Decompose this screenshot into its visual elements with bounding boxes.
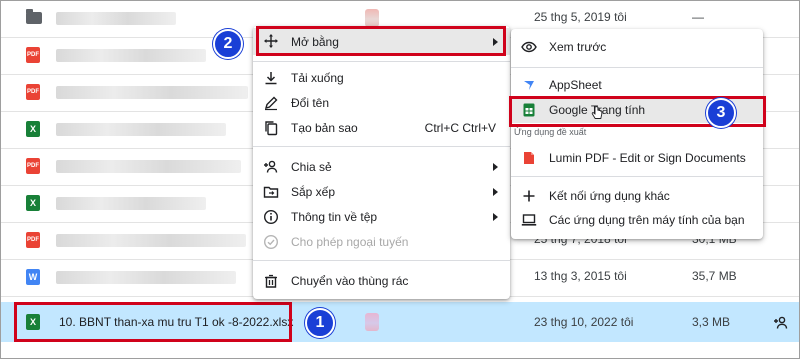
menu-divider xyxy=(511,176,763,177)
submenu-item-lumin[interactable]: Lumin PDF - Edit or Sign Documents xyxy=(511,146,763,170)
menu-item-label: Chuyển vào thùng rác xyxy=(291,274,409,288)
menu-item-label: AppSheet xyxy=(549,78,602,92)
pdf-file-icon: PDF xyxy=(26,47,40,63)
menu-divider xyxy=(253,61,510,62)
step-badge-1: 1 xyxy=(305,308,335,338)
owner-avatar-blurred xyxy=(365,9,379,27)
file-name-blurred xyxy=(56,271,236,284)
submenu-item-preview[interactable]: Xem trước xyxy=(511,35,763,59)
chevron-right-icon xyxy=(493,213,498,221)
menu-item-label: Xem trước xyxy=(549,40,607,54)
menu-item-offline[interactable]: Cho phép ngoại tuyến xyxy=(253,230,510,254)
menu-item-rename[interactable]: Đổi tên xyxy=(253,91,510,115)
owner-avatar-blurred xyxy=(365,313,379,331)
submenu-item-appsheet[interactable]: AppSheet xyxy=(511,73,763,97)
file-size: — xyxy=(692,10,704,24)
shortcut-label: Ctrl+C Ctrl+V xyxy=(424,121,496,135)
folder-icon xyxy=(26,9,42,24)
info-icon xyxy=(263,209,279,225)
menu-divider xyxy=(511,67,763,68)
menu-item-share[interactable]: Chia sẻ xyxy=(253,155,510,179)
file-size: 3,3 MB xyxy=(692,315,731,329)
step-badge-2: 2 xyxy=(213,29,243,59)
menu-item-label: Tạo bản sao xyxy=(291,121,358,135)
menu-item-label: Lumin PDF - Edit or Sign Documents xyxy=(549,151,746,165)
menu-item-label: Sắp xếp xyxy=(291,185,336,199)
file-name-blurred xyxy=(56,197,206,210)
pdf-file-icon: PDF xyxy=(26,84,40,100)
file-name-blurred xyxy=(56,160,241,173)
context-menu: Mở bằng Tải xuống Đổi tên Tạo bản sao Ct… xyxy=(253,26,510,299)
menu-item-label: Đổi tên xyxy=(291,96,330,110)
file-date: 25 thg 5, 2019 tôi xyxy=(534,10,627,24)
pdf-file-icon: PDF xyxy=(26,232,40,248)
add-person-icon xyxy=(264,160,278,173)
file-name-blurred xyxy=(56,12,176,25)
chevron-right-icon xyxy=(493,188,498,196)
step-badge-3: 3 xyxy=(706,98,736,128)
pdf-file-icon: PDF xyxy=(26,158,40,174)
file-name-blurred xyxy=(56,49,206,62)
plus-icon xyxy=(523,190,535,202)
menu-item-label: Cho phép ngoại tuyến xyxy=(291,235,409,249)
file-date: 23 thg 10, 2022 tôi xyxy=(534,315,634,329)
menu-item-label: Thông tin về tệp xyxy=(291,210,378,224)
file-size: 35,7 MB xyxy=(692,269,737,283)
submenu-item-desktop-apps[interactable]: Các ứng dụng trên máy tính của bạn xyxy=(511,208,763,232)
excel-file-icon: X xyxy=(26,121,40,137)
highlight-box-selected-file xyxy=(14,302,292,342)
eye-icon xyxy=(521,41,537,53)
appsheet-icon xyxy=(524,81,534,90)
open-with-submenu: Xem trước AppSheet Google Trang tính Ứng… xyxy=(511,29,763,239)
trash-icon xyxy=(265,274,277,288)
menu-item-organize[interactable]: Sắp xếp xyxy=(253,180,510,204)
download-icon xyxy=(265,72,277,85)
pencil-icon xyxy=(264,96,278,111)
submenu-item-connect-more[interactable]: Kết nối ứng dụng khác xyxy=(511,184,763,208)
file-name-blurred xyxy=(56,86,248,99)
file-date: 13 thg 3, 2015 tôi xyxy=(534,269,627,283)
pdf-app-icon xyxy=(524,152,534,164)
menu-divider xyxy=(253,260,510,261)
offline-check-icon xyxy=(263,234,279,250)
file-name-blurred xyxy=(56,234,246,247)
file-name-blurred xyxy=(56,123,226,136)
menu-item-make-copy[interactable]: Tạo bản sao Ctrl+C Ctrl+V xyxy=(253,116,510,140)
menu-item-label: Tải xuống xyxy=(291,71,344,85)
suggested-apps-label: Ứng dụng đề xuất xyxy=(514,127,587,137)
add-person-icon[interactable] xyxy=(773,315,789,331)
menu-item-trash[interactable]: Chuyển vào thùng rác xyxy=(253,269,510,293)
highlight-box-open-with xyxy=(256,26,506,56)
excel-file-icon: X xyxy=(26,195,40,211)
menu-item-label: Chia sẻ xyxy=(291,160,332,174)
laptop-icon xyxy=(521,214,537,226)
menu-item-download[interactable]: Tải xuống xyxy=(253,66,510,90)
menu-item-label: Kết nối ứng dụng khác xyxy=(549,189,670,203)
menu-item-file-info[interactable]: Thông tin về tệp xyxy=(253,205,510,229)
copy-icon xyxy=(265,121,278,136)
menu-item-label: Các ứng dụng trên máy tính của bạn xyxy=(549,213,745,227)
menu-divider xyxy=(253,146,510,147)
folder-move-icon xyxy=(263,186,279,198)
chevron-right-icon xyxy=(493,163,498,171)
word-file-icon: W xyxy=(26,269,40,285)
